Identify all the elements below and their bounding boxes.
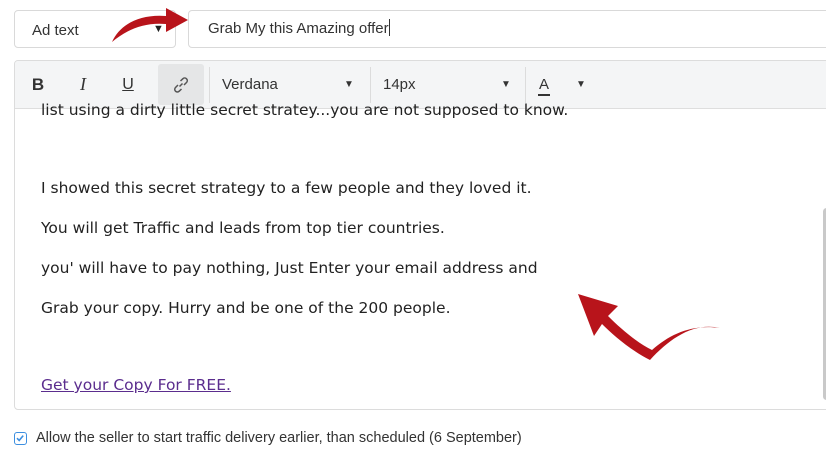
red-arrow-icon <box>578 294 720 360</box>
early-delivery-checkbox[interactable] <box>14 432 27 445</box>
toolbar-divider <box>209 67 210 103</box>
subject-value: Grab My this Amazing offer <box>208 20 389 37</box>
text-color-label: A <box>538 76 551 96</box>
underline-label: U <box>122 76 134 93</box>
toolbar-divider <box>370 67 371 103</box>
content-line: Grab your copy. Hurry and be one of the … <box>41 299 451 317</box>
subject-input[interactable]: Grab My this Amazing offer <box>188 10 826 48</box>
content-line: list using a dirty little secret stratey… <box>41 101 569 119</box>
free-copy-link[interactable]: Get your Copy For FREE. <box>41 376 231 394</box>
ad-header-row: Ad text ▼ Grab My this Amazing offer <box>0 0 826 58</box>
content-line: I showed this secret strategy to a few p… <box>41 179 532 197</box>
chevron-down-icon: ▼ <box>576 79 586 90</box>
link-icon <box>174 77 188 93</box>
early-delivery-label: Allow the seller to start traffic delive… <box>36 430 522 446</box>
font-size-value: 14px <box>383 76 416 93</box>
ad-type-label: Ad text <box>32 22 79 39</box>
toolbar-divider <box>525 67 526 103</box>
content-line: you' will have to pay nothing, Just Ente… <box>41 259 538 277</box>
font-family-value: Verdana <box>222 76 278 93</box>
content-line: You will get Traffic and leads from top … <box>41 219 445 237</box>
text-cursor <box>388 19 390 36</box>
checkmark-icon <box>16 435 24 442</box>
red-arrow-icon <box>112 8 188 42</box>
link-button[interactable] <box>158 64 204 105</box>
